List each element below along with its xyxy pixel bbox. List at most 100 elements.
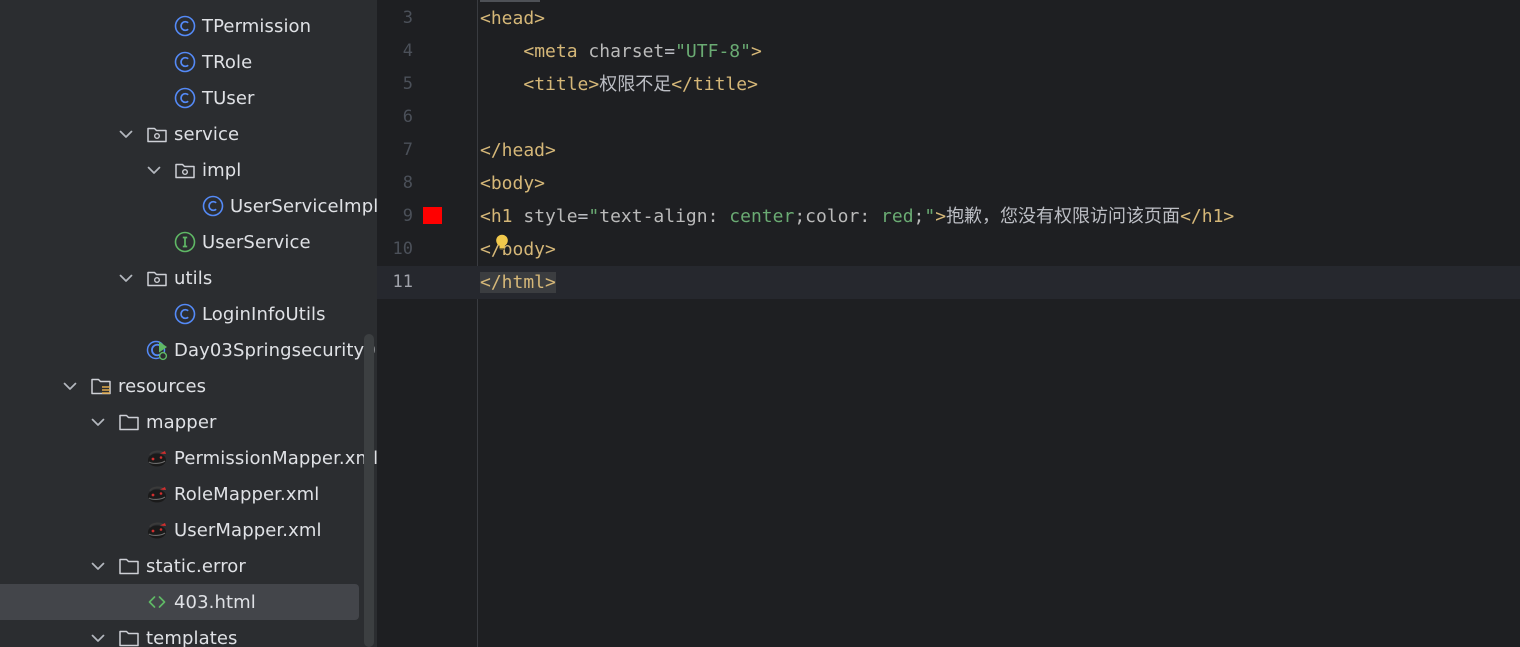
code-editor[interactable]: 3 <head> 4 <meta charset="UTF-8"> 5 <title>… bbox=[377, 0, 1520, 647]
code-line[interactable]: 3 <head> bbox=[377, 2, 1520, 35]
tree-item-utils[interactable]: utils bbox=[0, 260, 377, 296]
code-token: charset bbox=[588, 41, 665, 62]
tree-item-label: LoginInfoUtils bbox=[202, 303, 326, 325]
tree-item-resources[interactable]: resources bbox=[0, 368, 377, 404]
mybatis-xml-icon bbox=[146, 483, 168, 505]
code-line[interactable]: 10 </body> bbox=[377, 233, 1520, 266]
tree-item-label: TPermission bbox=[202, 15, 312, 37]
code-token: > bbox=[750, 41, 762, 62]
chevron-down-icon[interactable] bbox=[91, 404, 105, 440]
code-line[interactable]: 6 bbox=[377, 101, 1520, 134]
code-token: = bbox=[577, 206, 589, 227]
tree-item-label: templates bbox=[146, 627, 238, 647]
tree-item-label: TRole bbox=[202, 51, 253, 73]
folder-icon bbox=[118, 555, 140, 577]
package-icon bbox=[174, 159, 196, 181]
line-number[interactable]: 4 bbox=[377, 35, 413, 68]
tree-item-tuser[interactable]: TUser bbox=[0, 80, 377, 116]
code-text[interactable]: </head> bbox=[480, 134, 556, 167]
code-line[interactable]: 5 <title>权限不足</title> bbox=[377, 68, 1520, 101]
code-line[interactable]: 7 </head> bbox=[377, 134, 1520, 167]
code-token: red bbox=[881, 206, 914, 227]
resources-folder-icon bbox=[90, 375, 112, 397]
tree-item-label: PermissionMapper.xml bbox=[174, 447, 377, 469]
class-icon bbox=[174, 51, 196, 73]
code-line[interactable]: 11 </html> bbox=[377, 266, 1520, 299]
tree-item-label: service bbox=[174, 123, 240, 145]
class-icon bbox=[174, 87, 196, 109]
code-token: 权限不足 bbox=[599, 74, 672, 95]
tree-item-day03springsecurity02[interactable]: Day03Springsecurity02 bbox=[0, 332, 377, 368]
tree-item-label: UserServiceImpl bbox=[230, 195, 377, 217]
tree-item-label: utils bbox=[174, 267, 213, 289]
tree-item-403-html[interactable]: 403.html bbox=[0, 584, 377, 620]
tree-item-trole[interactable]: TRole bbox=[0, 44, 377, 80]
code-token: "UTF-8" bbox=[675, 41, 751, 62]
code-text[interactable]: </html> bbox=[480, 266, 556, 299]
code-token: ;color: bbox=[794, 206, 882, 227]
tree-item-tpermission[interactable]: TPermission bbox=[0, 8, 377, 44]
tree-item-service[interactable]: service bbox=[0, 116, 377, 152]
tree-item-userserviceimpl[interactable]: UserServiceImpl bbox=[0, 188, 377, 224]
code-token: 抱歉，您没有权限访问该页面 bbox=[946, 206, 1181, 227]
tree-item-logininfoutils[interactable]: LoginInfoUtils bbox=[0, 296, 377, 332]
code-token: " bbox=[588, 206, 600, 227]
code-token: <head> bbox=[480, 8, 546, 29]
tree-item-static-error[interactable]: static.error bbox=[0, 548, 377, 584]
chevron-down-icon[interactable] bbox=[119, 260, 133, 296]
line-number[interactable]: 7 bbox=[377, 134, 413, 167]
code-text[interactable]: <meta charset="UTF-8"> bbox=[480, 35, 762, 68]
code-token: style bbox=[523, 206, 578, 227]
breakpoint-marker[interactable] bbox=[423, 207, 442, 224]
tree-item-rolemapper-xml[interactable]: RoleMapper.xml bbox=[0, 476, 377, 512]
code-text[interactable]: </body> bbox=[480, 233, 556, 266]
chevron-down-icon[interactable] bbox=[91, 548, 105, 584]
tree-item-label: mapper bbox=[146, 411, 217, 433]
chevron-down-icon[interactable] bbox=[119, 116, 133, 152]
spring-boot-app-icon bbox=[146, 339, 168, 361]
intention-bulb-icon[interactable] bbox=[495, 234, 509, 252]
line-number[interactable]: 9 bbox=[377, 200, 413, 233]
code-line[interactable]: 4 <meta charset="UTF-8"> bbox=[377, 35, 1520, 68]
code-text[interactable]: <title>权限不足</title> bbox=[480, 68, 758, 101]
code-token: <body> bbox=[480, 173, 546, 194]
chevron-down-icon[interactable] bbox=[63, 368, 77, 404]
tree-scrollbar[interactable] bbox=[364, 334, 374, 647]
tree-item-label: static.error bbox=[146, 555, 246, 577]
chevron-down-icon[interactable] bbox=[91, 620, 105, 647]
code-token: = bbox=[664, 41, 676, 62]
folder-icon bbox=[118, 627, 140, 647]
tree-item-mapper[interactable]: mapper bbox=[0, 404, 377, 440]
code-token: </title> bbox=[671, 74, 758, 95]
tree-item-permissionmapper-xml[interactable]: PermissionMapper.xml bbox=[0, 440, 377, 476]
tree-item-userservice[interactable]: UserService bbox=[0, 224, 377, 260]
code-text[interactable]: <head> bbox=[480, 2, 545, 35]
tree-item-templates[interactable]: templates bbox=[0, 620, 377, 647]
code-token: <h1 bbox=[480, 206, 524, 227]
package-icon bbox=[146, 123, 168, 145]
code-line[interactable]: 8 <body> bbox=[377, 167, 1520, 200]
tree-item-label: 403.html bbox=[174, 591, 256, 613]
class-icon bbox=[202, 195, 224, 217]
code-token: > bbox=[935, 206, 947, 227]
line-number[interactable]: 11 bbox=[377, 266, 413, 299]
mybatis-xml-icon bbox=[146, 519, 168, 541]
tree-item-usermapper-xml[interactable]: UserMapper.xml bbox=[0, 512, 377, 548]
code-token: ; bbox=[913, 206, 925, 227]
code-token: </html> bbox=[480, 272, 556, 293]
project-tree-panel[interactable]: TPermission TRole TUser service impl UserServ… bbox=[0, 0, 377, 647]
line-number[interactable]: 6 bbox=[377, 101, 413, 134]
chevron-down-icon[interactable] bbox=[147, 152, 161, 188]
code-text[interactable]: <h1 style="text-align: center;color: red… bbox=[480, 200, 1234, 233]
line-number[interactable]: 5 bbox=[377, 68, 413, 101]
code-line[interactable]: 9 <h1 style="text-align: center;color: re… bbox=[377, 200, 1520, 233]
line-number[interactable]: 10 bbox=[377, 233, 413, 266]
tree-item-label: UserService bbox=[202, 231, 311, 253]
line-number[interactable]: 3 bbox=[377, 2, 413, 35]
code-token: <meta bbox=[523, 41, 589, 62]
tree-item-impl[interactable]: impl bbox=[0, 152, 377, 188]
code-text[interactable]: <body> bbox=[480, 167, 545, 200]
line-number[interactable]: 8 bbox=[377, 167, 413, 200]
code-token: </head> bbox=[480, 140, 556, 161]
